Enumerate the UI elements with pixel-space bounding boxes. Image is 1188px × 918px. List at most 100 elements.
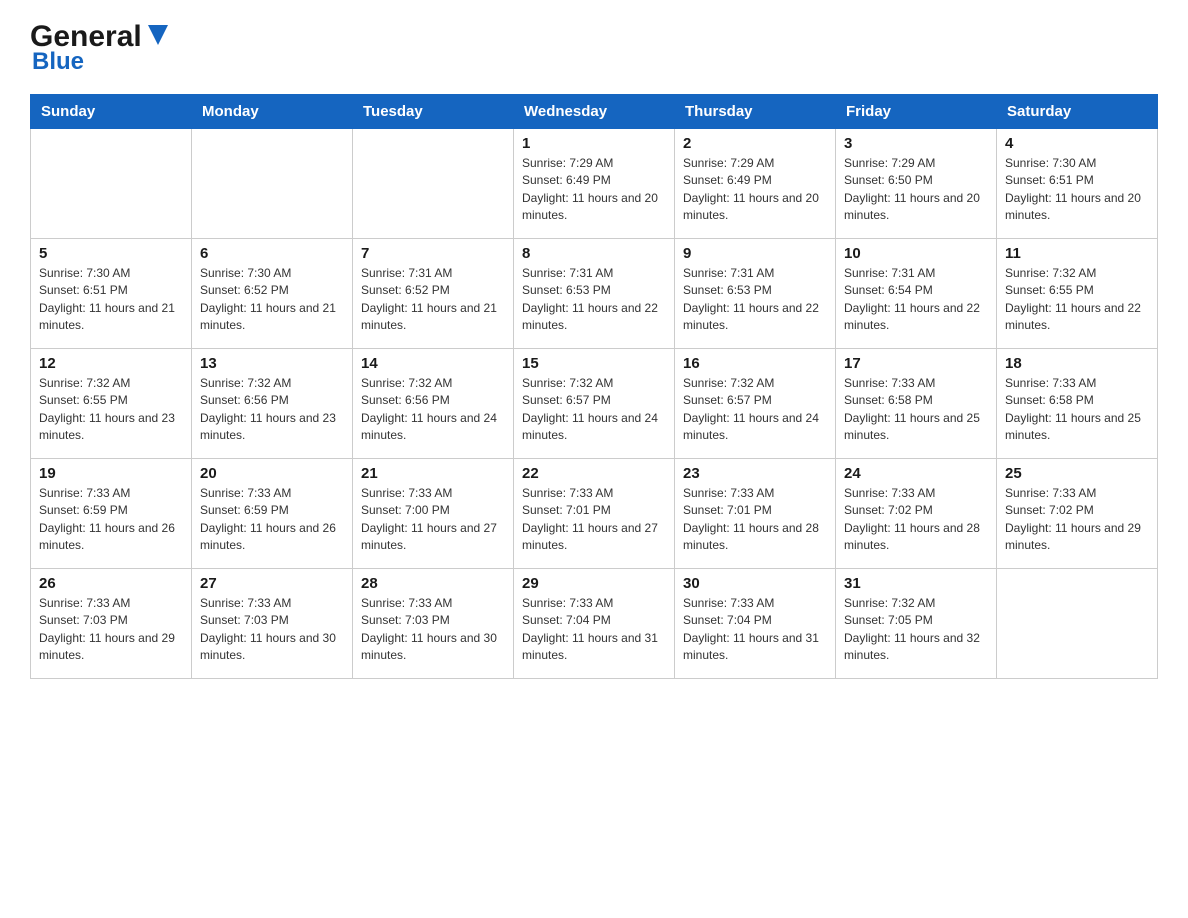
day-info: Sunrise: 7:33 AM Sunset: 7:02 PM Dayligh… [1005,485,1149,555]
calendar-cell: 22Sunrise: 7:33 AM Sunset: 7:01 PM Dayli… [514,459,675,569]
day-number: 31 [844,575,988,592]
calendar-header-tuesday: Tuesday [353,95,514,129]
day-info: Sunrise: 7:33 AM Sunset: 7:03 PM Dayligh… [200,595,344,665]
day-number: 27 [200,575,344,592]
day-info: Sunrise: 7:33 AM Sunset: 7:01 PM Dayligh… [683,485,827,555]
calendar-cell: 3 Sunrise: 7:29 AM Sunset: 6:50 PM Daylig… [836,129,997,239]
day-number: 17 [844,355,988,372]
day-info: Sunrise: 7:33 AM Sunset: 6:59 PM Dayligh… [200,485,344,555]
calendar-cell: 5 Sunrise: 7:30 AM Sunset: 6:51 PM Daylig… [31,239,192,349]
day-info: Sunrise: 7:31 AM Sunset: 6:53 PM Dayligh… [522,265,666,335]
day-number: 4 [1005,135,1149,152]
day-number: 18 [1005,355,1149,372]
day-info: Sunrise: 7:32 AM Sunset: 6:55 PM Dayligh… [39,375,183,445]
day-info: Sunrise: 7:31 AM Sunset: 6:52 PM Dayligh… [361,265,505,335]
day-info: Sunrise: 7:33 AM Sunset: 6:59 PM Dayligh… [39,485,183,555]
calendar-cell: 19Sunrise: 7:33 AM Sunset: 6:59 PM Dayli… [31,459,192,569]
day-info: Sunrise: 7:33 AM Sunset: 7:03 PM Dayligh… [361,595,505,665]
day-info: Sunrise: 7:31 AM Sunset: 6:53 PM Dayligh… [683,265,827,335]
day-number: 22 [522,465,666,482]
calendar-week-1: 1Sunrise: 7:29 AM Sunset: 6:49 PM Daylig… [31,129,1158,239]
day-number: 13 [200,355,344,372]
calendar-header-row: SundayMondayTuesdayWednesdayThursdayFrid… [31,95,1158,129]
calendar-cell: 21Sunrise: 7:33 AM Sunset: 7:00 PM Dayli… [353,459,514,569]
day-number: 12 [39,355,183,372]
calendar-cell: 14Sunrise: 7:32 AM Sunset: 6:56 PM Dayli… [353,349,514,459]
day-info: Sunrise: 7:29 AM Sunset: 6:49 PM Dayligh… [683,155,827,225]
calendar-header-thursday: Thursday [675,95,836,129]
calendar-cell: 16 Sunrise: 7:32 AM Sunset: 6:57 PM Dayli… [675,349,836,459]
calendar-cell: 27 Sunrise: 7:33 AM Sunset: 7:03 PM Dayli… [192,569,353,679]
calendar-cell: 17 Sunrise: 7:33 AM Sunset: 6:58 PM Dayli… [836,349,997,459]
calendar-cell: 25 Sunrise: 7:33 AM Sunset: 7:02 PM Dayli… [997,459,1158,569]
calendar-header-monday: Monday [192,95,353,129]
day-info: Sunrise: 7:32 AM Sunset: 6:57 PM Dayligh… [522,375,666,445]
calendar-cell: 7 Sunrise: 7:31 AM Sunset: 6:52 PM Daylig… [353,239,514,349]
day-info: Sunrise: 7:32 AM Sunset: 7:05 PM Dayligh… [844,595,988,665]
calendar-cell: 13 Sunrise: 7:32 AM Sunset: 6:56 PM Dayli… [192,349,353,459]
day-info: Sunrise: 7:30 AM Sunset: 6:51 PM Dayligh… [1005,155,1149,225]
day-number: 30 [683,575,827,592]
day-info: Sunrise: 7:33 AM Sunset: 7:03 PM Dayligh… [39,595,183,665]
calendar-week-5: 26Sunrise: 7:33 AM Sunset: 7:03 PM Dayli… [31,569,1158,679]
day-info: Sunrise: 7:31 AM Sunset: 6:54 PM Dayligh… [844,265,988,335]
calendar-cell: 30 Sunrise: 7:33 AM Sunset: 7:04 PM Dayli… [675,569,836,679]
day-info: Sunrise: 7:33 AM Sunset: 7:04 PM Dayligh… [522,595,666,665]
day-number: 3 [844,135,988,152]
day-number: 9 [683,245,827,262]
day-number: 29 [522,575,666,592]
calendar-cell: 11 Sunrise: 7:32 AM Sunset: 6:55 PM Dayli… [997,239,1158,349]
calendar-cell: 15 Sunrise: 7:32 AM Sunset: 6:57 PM Dayli… [514,349,675,459]
day-number: 5 [39,245,183,262]
page-header: General Blue [30,20,1158,76]
day-number: 23 [683,465,827,482]
calendar-cell: 6 Sunrise: 7:30 AM Sunset: 6:52 PM Daylig… [192,239,353,349]
day-number: 25 [1005,465,1149,482]
day-info: Sunrise: 7:29 AM Sunset: 6:50 PM Dayligh… [844,155,988,225]
calendar-cell: 20 Sunrise: 7:33 AM Sunset: 6:59 PM Dayli… [192,459,353,569]
day-info: Sunrise: 7:32 AM Sunset: 6:57 PM Dayligh… [683,375,827,445]
calendar-header-friday: Friday [836,95,997,129]
day-info: Sunrise: 7:30 AM Sunset: 6:51 PM Dayligh… [39,265,183,335]
day-info: Sunrise: 7:33 AM Sunset: 7:02 PM Dayligh… [844,485,988,555]
logo-blue-text: Blue [32,48,84,76]
day-number: 6 [200,245,344,262]
calendar-cell: 31 Sunrise: 7:32 AM Sunset: 7:05 PM Dayli… [836,569,997,679]
calendar-cell [353,129,514,239]
day-info: Sunrise: 7:33 AM Sunset: 6:58 PM Dayligh… [1005,375,1149,445]
calendar-week-2: 5 Sunrise: 7:30 AM Sunset: 6:51 PM Daylig… [31,239,1158,349]
day-info: Sunrise: 7:33 AM Sunset: 6:58 PM Dayligh… [844,375,988,445]
day-number: 8 [522,245,666,262]
day-number: 10 [844,245,988,262]
calendar-header-saturday: Saturday [997,95,1158,129]
day-number: 2 [683,135,827,152]
calendar-cell: 18 Sunrise: 7:33 AM Sunset: 6:58 PM Dayli… [997,349,1158,459]
calendar-cell: 23 Sunrise: 7:33 AM Sunset: 7:01 PM Dayli… [675,459,836,569]
day-number: 16 [683,355,827,372]
calendar-cell: 8 Sunrise: 7:31 AM Sunset: 6:53 PM Daylig… [514,239,675,349]
calendar-header-sunday: Sunday [31,95,192,129]
calendar-cell: 1Sunrise: 7:29 AM Sunset: 6:49 PM Daylig… [514,129,675,239]
day-info: Sunrise: 7:30 AM Sunset: 6:52 PM Dayligh… [200,265,344,335]
day-number: 11 [1005,245,1149,262]
calendar-cell: 29 Sunrise: 7:33 AM Sunset: 7:04 PM Dayli… [514,569,675,679]
calendar-header-wednesday: Wednesday [514,95,675,129]
calendar-cell [192,129,353,239]
day-number: 7 [361,245,505,262]
day-info: Sunrise: 7:33 AM Sunset: 7:00 PM Dayligh… [361,485,505,555]
day-number: 15 [522,355,666,372]
day-number: 24 [844,465,988,482]
day-info: Sunrise: 7:33 AM Sunset: 7:04 PM Dayligh… [683,595,827,665]
day-number: 20 [200,465,344,482]
calendar-cell: 28Sunrise: 7:33 AM Sunset: 7:03 PM Dayli… [353,569,514,679]
calendar-cell [31,129,192,239]
day-info: Sunrise: 7:32 AM Sunset: 6:55 PM Dayligh… [1005,265,1149,335]
calendar-week-3: 12 Sunrise: 7:32 AM Sunset: 6:55 PM Dayli… [31,349,1158,459]
calendar-cell: 24 Sunrise: 7:33 AM Sunset: 7:02 PM Dayli… [836,459,997,569]
logo: General Blue [30,20,172,76]
calendar-cell: 26Sunrise: 7:33 AM Sunset: 7:03 PM Dayli… [31,569,192,679]
calendar-cell: 4 Sunrise: 7:30 AM Sunset: 6:51 PM Daylig… [997,129,1158,239]
day-info: Sunrise: 7:32 AM Sunset: 6:56 PM Dayligh… [200,375,344,445]
day-number: 14 [361,355,505,372]
calendar-cell [997,569,1158,679]
